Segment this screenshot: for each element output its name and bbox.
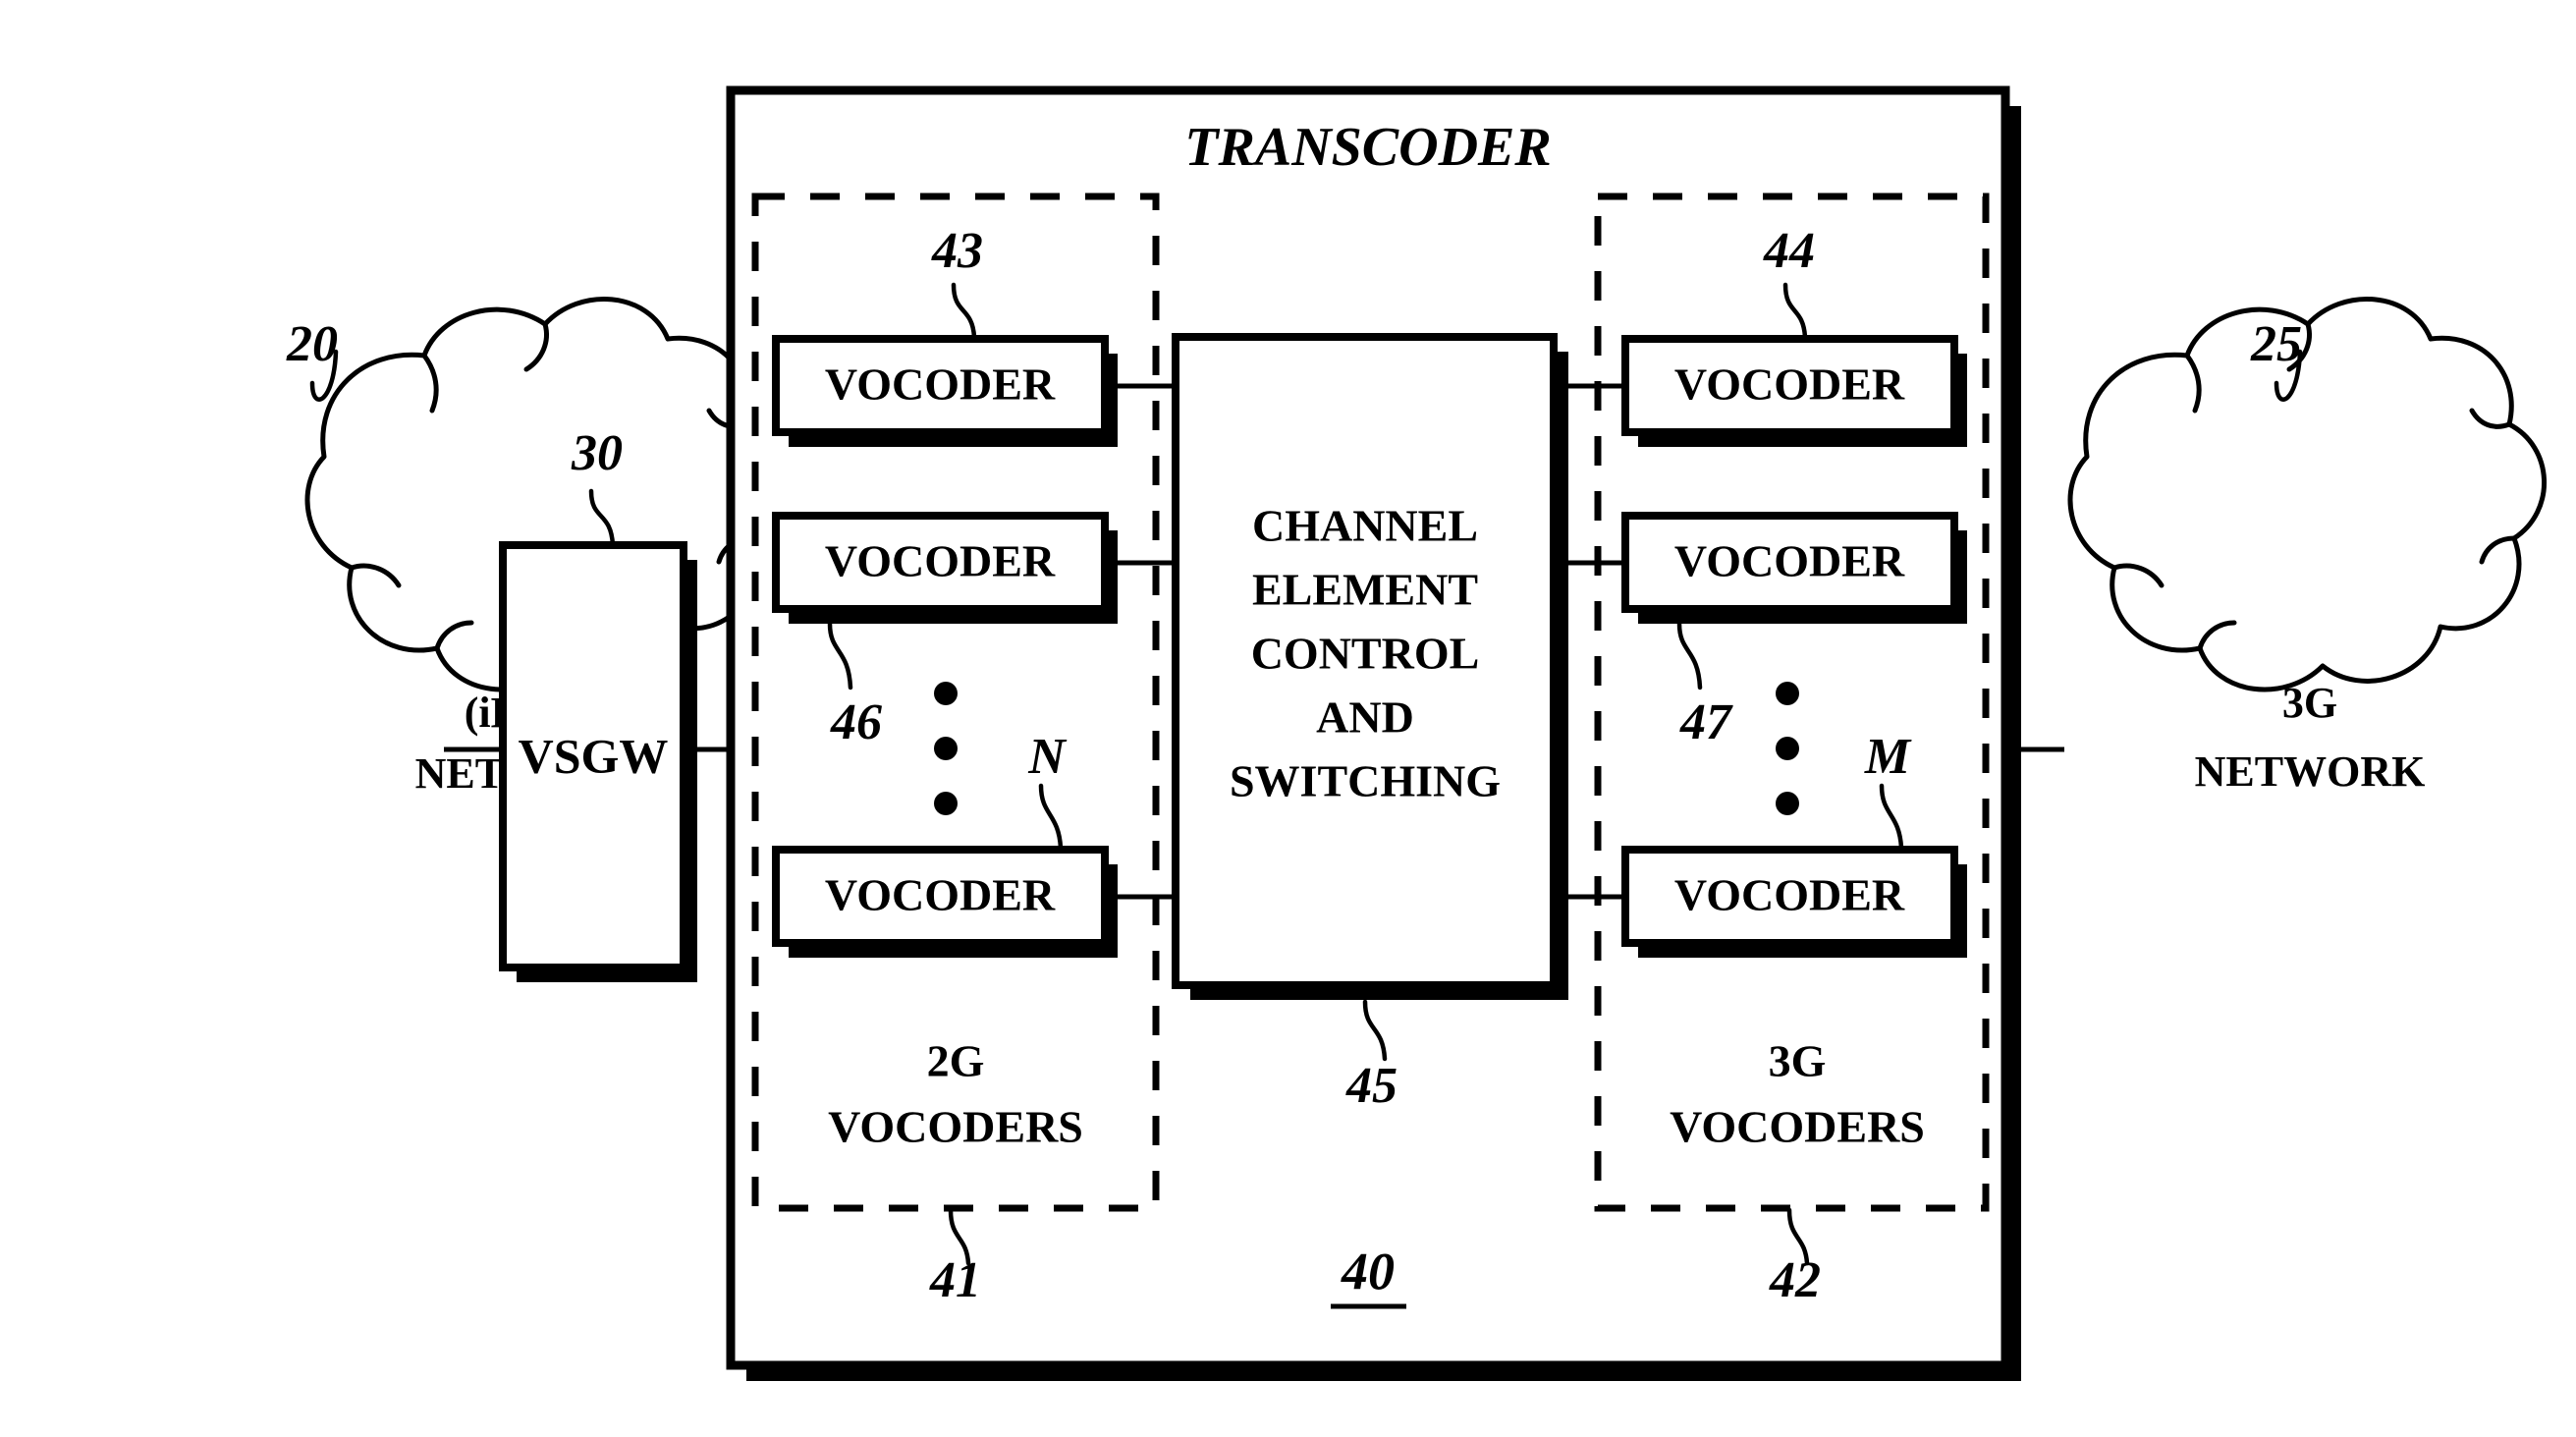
left-vocoder-top-ref: 43	[931, 223, 983, 279]
right-vocoder-mid-ref: 47	[1679, 694, 1733, 750]
channel-element-line-5: SWITCHING	[1230, 756, 1501, 806]
channel-element-line-1: CHANNEL	[1252, 501, 1478, 551]
channel-element-line-4: AND	[1316, 692, 1414, 743]
transcoder-title: TRANSCODER	[1184, 117, 1551, 178]
left-vocoder-3[interactable]: VOCODER	[772, 846, 1118, 958]
left-group-caption-line1: 2G	[927, 1036, 985, 1086]
right-group-ref: 42	[1769, 1252, 1821, 1308]
right-vocoder-2-label: VOCODER	[1674, 536, 1905, 586]
left-network-ref: 20	[286, 316, 338, 372]
left-vocoder-mid-ref: 46	[830, 694, 882, 750]
vsgw-box[interactable]: VSGW	[499, 541, 697, 982]
left-vocoder-count-symbol: N	[1027, 729, 1068, 785]
left-vocoder-1[interactable]: VOCODER	[772, 335, 1118, 447]
vsgw-ref: 30	[571, 425, 623, 481]
right-vocoder-1[interactable]: VOCODER	[1621, 335, 1967, 447]
right-vocoder-count-symbol: M	[1864, 729, 1912, 785]
left-vocoder-3-label: VOCODER	[825, 870, 1056, 920]
left-vocoder-2-label: VOCODER	[825, 536, 1056, 586]
right-vocoder-ellipsis	[1776, 682, 1799, 815]
channel-element-line-3: CONTROL	[1251, 629, 1480, 679]
right-vocoder-3-label: VOCODER	[1674, 870, 1905, 920]
left-group-ref: 41	[929, 1252, 981, 1308]
right-group-caption-line2: VOCODERS	[1670, 1102, 1925, 1152]
transcoder-ref: 40	[1341, 1242, 1395, 1300]
vsgw-label: VSGW	[519, 728, 669, 783]
left-vocoder-1-label: VOCODER	[825, 359, 1056, 410]
left-vocoder-2[interactable]: VOCODER	[772, 512, 1118, 624]
patent-figure: 2G (iDEN) NETWORK 20 VSGW 30 TRANSCODER …	[0, 0, 2576, 1437]
right-vocoder-3[interactable]: VOCODER	[1621, 846, 1967, 958]
right-group-caption-line1: 3G	[1769, 1036, 1827, 1086]
left-vocoder-ellipsis	[934, 682, 958, 815]
left-group-caption-line2: VOCODERS	[828, 1102, 1083, 1152]
channel-element-box[interactable]: CHANNEL ELEMENT CONTROL AND SWITCHING	[1172, 333, 1568, 1000]
channel-element-line-2: ELEMENT	[1252, 565, 1478, 615]
right-network-ref: 25	[2250, 316, 2302, 372]
right-vocoder-2[interactable]: VOCODER	[1621, 512, 1967, 624]
right-vocoder-1-label: VOCODER	[1674, 359, 1905, 410]
right-network-label-line2: NETWORK	[2195, 747, 2426, 796]
channel-element-ref: 45	[1345, 1058, 1398, 1114]
right-network-label-line1: 3G	[2282, 679, 2337, 727]
right-vocoder-top-ref: 44	[1763, 223, 1815, 279]
